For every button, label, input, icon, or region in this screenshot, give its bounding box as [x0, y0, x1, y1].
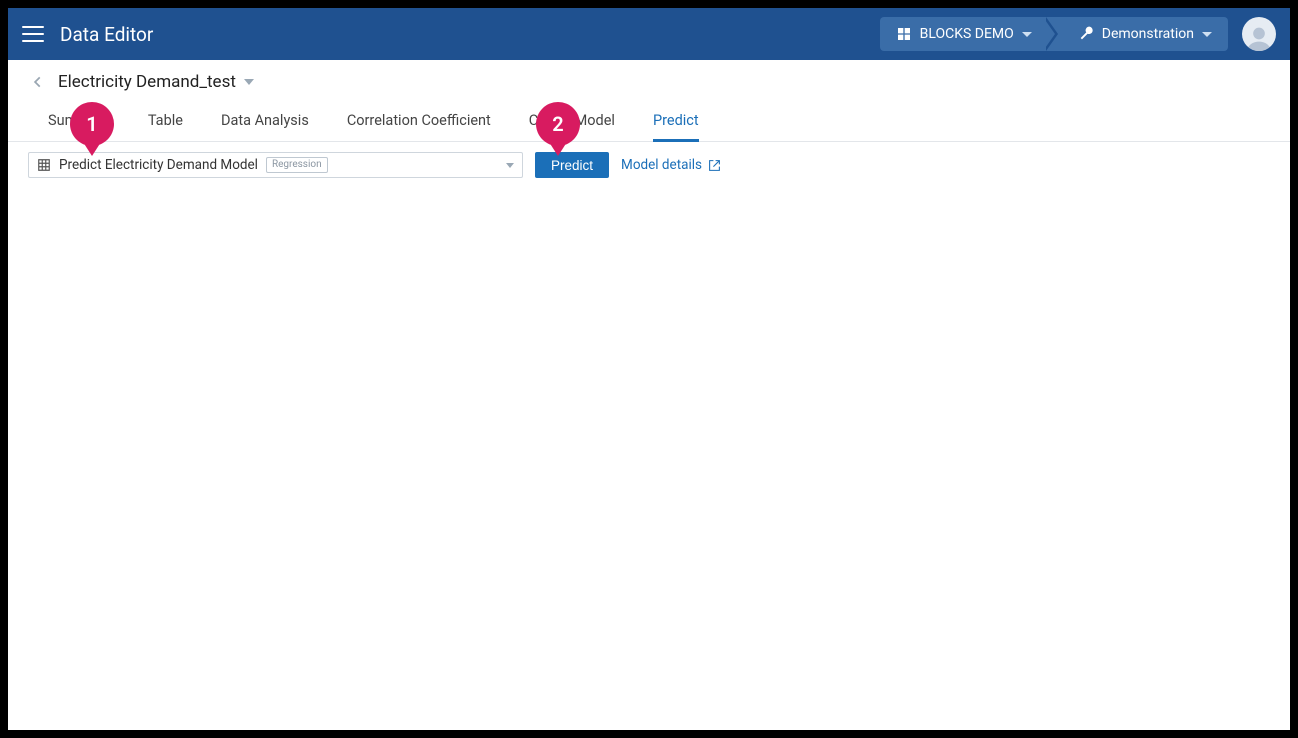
model-select[interactable]: Predict Electricity Demand Model Regress…: [28, 152, 523, 178]
tab-summary[interactable]: Summary: [48, 102, 110, 141]
user-icon: [1245, 23, 1273, 51]
caret-down-icon: [506, 163, 514, 168]
model-details-label: Model details: [621, 157, 702, 173]
breadcrumb-separator: [1048, 17, 1062, 51]
organization-icon: [896, 26, 912, 42]
wrench-icon: [1078, 26, 1094, 42]
caret-down-icon: [244, 79, 254, 85]
tab-data-analysis[interactable]: Data Analysis: [221, 102, 309, 141]
breadcrumb-project-label: Demonstration: [1102, 26, 1194, 42]
tabs: Summary Table Data Analysis Correlation …: [8, 102, 1290, 142]
avatar[interactable]: [1242, 17, 1276, 51]
caret-down-icon: [1022, 32, 1032, 37]
model-type-tag: Regression: [266, 157, 328, 173]
back-button[interactable]: [28, 72, 48, 92]
external-link-icon: [708, 159, 721, 172]
tab-table[interactable]: Table: [148, 102, 183, 141]
document-title-button[interactable]: Electricity Demand_test: [58, 72, 254, 92]
chevron-left-icon: [31, 75, 45, 89]
app-title: Data Editor: [60, 23, 153, 46]
tab-correlation-coefficient[interactable]: Correlation Coefficient: [347, 102, 491, 141]
topbar: Data Editor BLOCKS DEMO Demonstration: [8, 8, 1290, 60]
tab-create-model[interactable]: Create Model: [529, 102, 615, 141]
document-title: Electricity Demand_test: [58, 72, 236, 92]
grid-icon: [37, 158, 51, 172]
breadcrumb-org[interactable]: BLOCKS DEMO: [880, 17, 1048, 51]
caret-down-icon: [1202, 32, 1212, 37]
model-select-value: Predict Electricity Demand Model: [59, 157, 258, 173]
top-breadcrumb: BLOCKS DEMO Demonstration: [880, 17, 1228, 51]
predict-button[interactable]: Predict: [535, 152, 609, 178]
document-header: Electricity Demand_test: [8, 60, 1290, 96]
predict-toolbar: Predict Electricity Demand Model Regress…: [8, 142, 1290, 188]
breadcrumb-project[interactable]: Demonstration: [1062, 17, 1228, 51]
hamburger-menu-icon[interactable]: [22, 23, 44, 45]
content-area: Electricity Demand_test Summary Table Da…: [8, 60, 1290, 730]
model-details-link[interactable]: Model details: [621, 157, 721, 173]
breadcrumb-org-label: BLOCKS DEMO: [920, 26, 1014, 42]
tab-predict[interactable]: Predict: [653, 102, 699, 141]
